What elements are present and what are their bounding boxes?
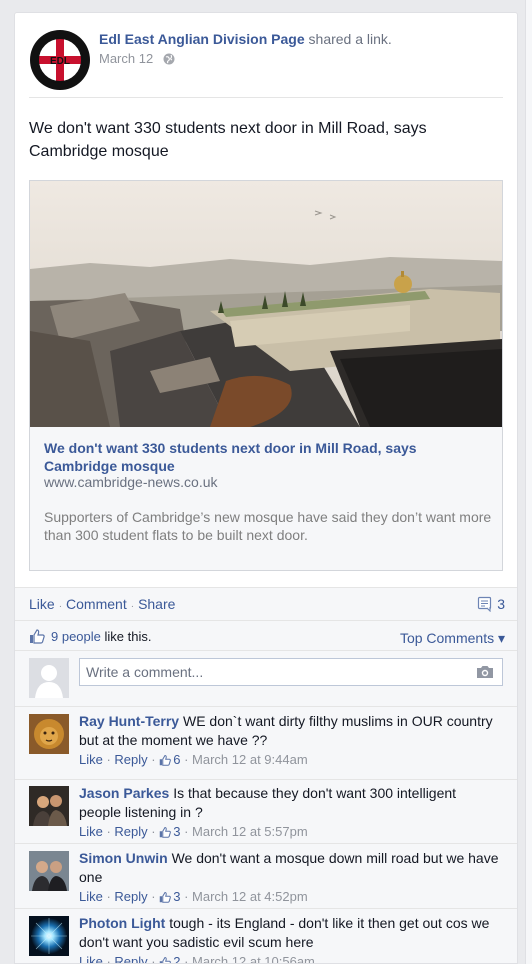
comments-count-value: 3 <box>497 596 505 612</box>
comment-reply-button[interactable]: Reply <box>114 954 147 963</box>
commenter-avatar[interactable] <box>29 714 69 754</box>
comment-item: Jason Parkes Is that because they don't … <box>29 784 503 846</box>
thumbs-up-icon <box>159 956 172 963</box>
row-divider <box>15 620 517 621</box>
row-divider <box>15 908 517 909</box>
shared-action-text: shared a link. <box>308 31 392 47</box>
comment-time[interactable]: March 12 at 4:52pm <box>192 889 308 904</box>
commenter-avatar[interactable] <box>29 786 69 826</box>
comment-composer: Write a comment... <box>29 658 503 700</box>
comment-like-button[interactable]: Like <box>79 889 103 904</box>
likers-link[interactable]: 9 people <box>51 629 101 644</box>
comment-like-count[interactable]: 6 <box>159 752 180 767</box>
comment-item: Ray Hunt-Terry WE don`t want dirty filth… <box>29 712 503 774</box>
row-divider <box>15 650 517 651</box>
link-domain: www.cambridge-news.co.uk <box>44 474 218 490</box>
row-divider <box>15 843 517 844</box>
comment-like-button[interactable]: Like <box>79 954 103 963</box>
top-comments-dropdown[interactable]: Top Comments ▾ <box>400 630 505 647</box>
row-divider <box>15 706 517 707</box>
separator-dot: · <box>130 601 135 612</box>
post-date[interactable]: March 12 <box>99 51 153 66</box>
comment-button[interactable]: Comment <box>66 596 127 612</box>
comment-reply-button[interactable]: Reply <box>114 889 147 904</box>
link-title[interactable]: We don't want 330 students next door in … <box>44 439 484 475</box>
likes-suffix: like this. <box>104 629 152 644</box>
likes-summary: 9 people like this. <box>29 628 151 644</box>
comment-body: Photon Light tough - its England - don't… <box>79 914 499 952</box>
comment-like-count-value: 6 <box>173 752 181 767</box>
commenter-avatar[interactable] <box>29 851 69 891</box>
comment-author[interactable]: Ray Hunt-Terry <box>79 713 179 729</box>
comment-item: Photon Light tough - its England - don't… <box>29 914 503 964</box>
comment-body: Jason Parkes Is that because they don't … <box>79 784 499 822</box>
comment-like-count-value: 3 <box>173 889 181 904</box>
comment-like-count[interactable]: 3 <box>159 824 180 839</box>
user-avatar <box>29 658 69 698</box>
logo-text: EDL <box>50 56 70 67</box>
comment-input[interactable]: Write a comment... <box>79 658 503 686</box>
comment-author[interactable]: Simon Unwin <box>79 850 168 866</box>
thumbs-up-icon <box>30 629 45 644</box>
thumbs-up-icon <box>159 891 172 903</box>
link-preview-image[interactable] <box>30 181 502 427</box>
comments-count[interactable]: 3 <box>477 596 505 613</box>
comment-like-button[interactable]: Like <box>79 752 103 767</box>
header-divider <box>29 97 503 98</box>
comment-meta: Like · Reply · 3 · March 12 at 4:52pm <box>79 889 308 904</box>
post-title-line: Edl East Anglian Division Page shared a … <box>99 31 392 47</box>
row-divider <box>15 779 517 780</box>
post-status-text: We don't want 330 students next door in … <box>29 120 427 160</box>
page-avatar-logo[interactable]: EDL <box>29 29 91 91</box>
comment-input-placeholder: Write a comment... <box>86 664 204 680</box>
comment-like-count-value: 2 <box>173 954 181 964</box>
thumbs-up-icon <box>159 826 172 838</box>
comment-like-count[interactable]: 2 <box>159 954 181 964</box>
post-header: EDL Edl East Anglian Division Page share… <box>29 27 503 97</box>
post-card: EDL Edl East Anglian Division Page share… <box>14 12 518 964</box>
comment-time[interactable]: March 12 at 9:44am <box>192 752 308 767</box>
page-scroll-edge <box>525 0 532 964</box>
commenter-avatar[interactable] <box>29 916 69 956</box>
comment-like-count[interactable]: 3 <box>159 889 180 904</box>
post-footer: Like · Comment · Share 3 9 people like this.… <box>15 587 517 964</box>
comment-bubble-icon <box>478 596 492 613</box>
comment-time[interactable]: March 12 at 5:57pm <box>192 824 308 839</box>
comment-meta: Like · Reply · 2 · March 12 at 10:56am <box>79 954 315 964</box>
comment-item: Simon Unwin We don't want a mosque down … <box>29 849 503 911</box>
post-meta: March 12 <box>99 51 175 66</box>
comment-reply-button[interactable]: Reply <box>114 752 147 767</box>
comment-body: Ray Hunt-Terry WE don`t want dirty filth… <box>79 712 499 750</box>
post-actions: Like · Comment · Share <box>29 596 175 612</box>
page-name-link[interactable]: Edl East Anglian Division Page <box>99 31 305 47</box>
comment-like-button[interactable]: Like <box>79 824 103 839</box>
comment-body: Simon Unwin We don't want a mosque down … <box>79 849 499 887</box>
comment-author[interactable]: Photon Light <box>79 915 165 931</box>
comment-like-count-value: 3 <box>173 824 181 839</box>
thumbs-up-icon <box>159 754 172 766</box>
camera-icon[interactable] <box>476 665 494 679</box>
like-button[interactable]: Like <box>29 596 55 612</box>
globe-icon[interactable] <box>163 53 175 65</box>
separator-dot: · <box>58 601 63 612</box>
link-preview[interactable]: We don't want 330 students next door in … <box>29 180 503 571</box>
comment-meta: Like · Reply · 6 · March 12 at 9:44am <box>79 752 308 767</box>
comment-reply-button[interactable]: Reply <box>114 824 147 839</box>
share-button[interactable]: Share <box>138 596 175 612</box>
comment-time[interactable]: March 12 at 10:56am <box>192 954 315 963</box>
comment-meta: Like · Reply · 3 · March 12 at 5:57pm <box>79 824 308 839</box>
link-description: Supporters of Cambridge’s new mosque hav… <box>44 509 492 543</box>
comment-author[interactable]: Jason Parkes <box>79 785 169 801</box>
